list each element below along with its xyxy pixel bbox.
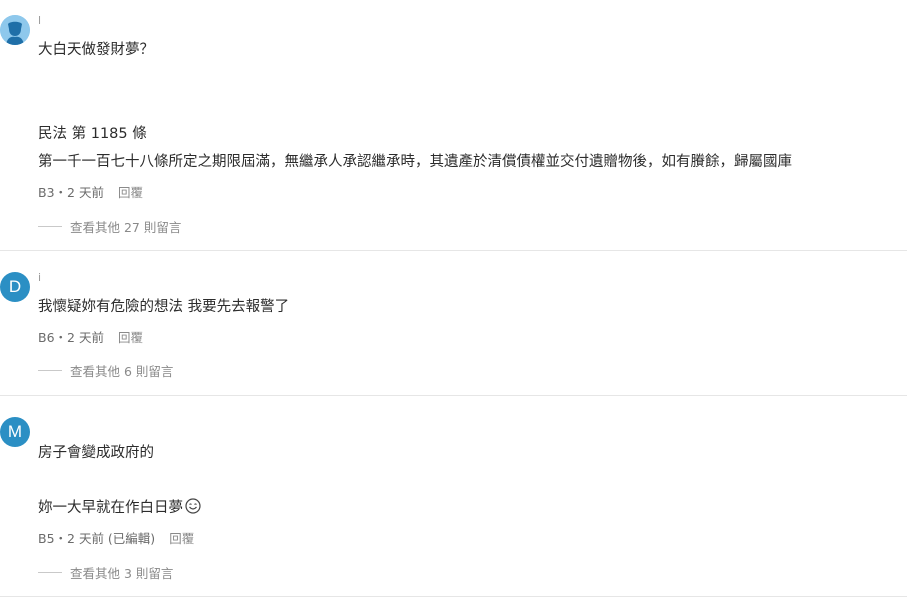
view-more-replies[interactable]: 查看其他 6 則留言 — [38, 361, 173, 380]
comment-item: M 房子會變成政府的 妳一大早就在作白日夢 B5・2 天前 (已編輯) 回覆 查看… — [0, 395, 907, 597]
divider-dash — [38, 226, 62, 227]
comment-text-line: 我懷疑妳有危險的想法 我要先去報警了 — [38, 299, 290, 315]
reply-button[interactable]: 回覆 — [118, 185, 143, 200]
floor-time: B6・2 天前 — [38, 330, 104, 345]
reply-button[interactable]: 回覆 — [118, 330, 143, 345]
view-more-replies[interactable]: 查看其他 3 則留言 — [38, 563, 173, 582]
reply-button[interactable]: 回覆 — [169, 531, 194, 546]
comment-meta: B5・2 天前 (已編輯) 回覆 — [38, 528, 194, 547]
smiling-face-emoji-icon — [185, 498, 201, 514]
avatar[interactable]: M — [0, 417, 30, 447]
comment-meta: B3・2 天前 回覆 — [38, 182, 143, 201]
avatar[interactable] — [0, 15, 30, 45]
comment-text-line: 民法 第 1185 條 — [38, 126, 147, 142]
view-more-label[interactable]: 查看其他 6 則留言 — [70, 361, 173, 380]
avatar[interactable]: D — [0, 272, 30, 302]
comment-text-line: 大白天做發財夢？ — [38, 42, 154, 58]
person-silhouette-icon — [0, 15, 30, 45]
author-name[interactable]: l — [38, 15, 41, 27]
comment-text-line: 妳一大早就在作白日夢 — [38, 498, 201, 518]
author-name[interactable]: i — [38, 272, 41, 284]
comment-text: 妳一大早就在作白日夢 — [38, 500, 183, 516]
comment-meta: B6・2 天前 回覆 — [38, 327, 143, 346]
view-more-label[interactable]: 查看其他 27 則留言 — [70, 217, 181, 236]
view-more-label[interactable]: 查看其他 3 則留言 — [70, 563, 173, 582]
comment-text-line: 房子會變成政府的 — [38, 445, 154, 461]
divider-dash — [38, 370, 62, 371]
comment-item: l 大白天做發財夢？ 民法 第 1185 條 第一千一百七十八條所定之期限屆滿，… — [0, 0, 907, 251]
divider-dash — [38, 572, 62, 573]
comment-item: D i 我懷疑妳有危險的想法 我要先去報警了 B6・2 天前 回覆 查看其他 6 … — [0, 250, 907, 396]
floor-time: B3・2 天前 — [38, 185, 104, 200]
comment-text-line: 第一千一百七十八條所定之期限屆滿，無繼承人承認繼承時，其遺產於清償債權並交付遺贈… — [38, 154, 792, 170]
view-more-replies[interactable]: 查看其他 27 則留言 — [38, 217, 181, 236]
floor-time: B5・2 天前 (已編輯) — [38, 531, 156, 546]
